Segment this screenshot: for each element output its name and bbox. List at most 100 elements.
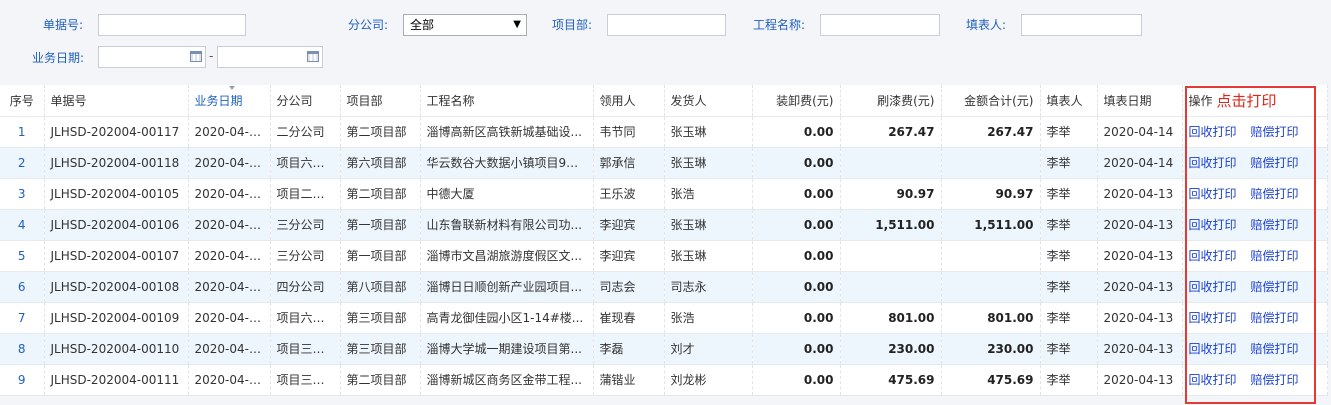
table-row[interactable]: 4 JLHSD-202004-00106 2020-04-13 三分公司 第一项目部 山东…	[0, 209, 1328, 241]
row-sender: 刘才	[664, 333, 753, 365]
recycle-print-link[interactable]: 回收打印	[1189, 125, 1237, 139]
row-doc-no: JLHSD-202004-00108	[44, 271, 189, 303]
recycle-print-link[interactable]: 回收打印	[1189, 342, 1237, 356]
row-paint-fee: 1,511.00	[840, 209, 942, 241]
row-receiver: 蒲锴业	[593, 364, 665, 396]
row-index[interactable]: 3	[0, 178, 45, 210]
row-project-dept: 第一项目部	[340, 209, 421, 241]
calendar-icon[interactable]	[307, 51, 319, 62]
table-row[interactable]: 6 JLHSD-202004-00108 2020-04-13 四分公司 第八项目部 淄博…	[0, 271, 1328, 303]
col-header-doc-no[interactable]: 单据号	[44, 85, 189, 117]
row-project-dept: 第二项目部	[340, 364, 421, 396]
table-row[interactable]: 7 JLHSD-202004-00109 2020-04-13 项目六公司 第三项目部高…	[0, 302, 1328, 334]
date-to-input[interactable]	[217, 46, 323, 68]
col-header-fill-date[interactable]: 填表日期	[1097, 85, 1183, 117]
row-fill-date: 2020-04-14	[1097, 116, 1183, 148]
col-header-project-dept[interactable]: 项目部	[340, 85, 421, 117]
recycle-print-link[interactable]: 回收打印	[1189, 218, 1237, 232]
row-branch: 项目三公司	[270, 333, 341, 365]
col-header-index[interactable]: 序号	[0, 85, 45, 117]
row-index[interactable]: 5	[0, 240, 45, 272]
table-row[interactable]: 8 JLHSD-202004-00110 2020-04-13 项目三公司 第三项目部淄…	[0, 333, 1328, 365]
calendar-icon[interactable]	[190, 51, 202, 62]
row-receiver: 李迎宾	[593, 209, 665, 241]
recycle-print-link[interactable]: 回收打印	[1189, 373, 1237, 387]
compensate-print-link[interactable]: 赔偿打印	[1251, 187, 1299, 201]
row-index[interactable]: 9	[0, 364, 45, 396]
row-branch: 项目二公司	[270, 178, 341, 210]
recycle-print-link[interactable]: 回收打印	[1189, 156, 1237, 170]
col-header-paint-fee[interactable]: 刷漆费(元)	[840, 85, 942, 117]
row-index[interactable]: 1	[0, 116, 45, 148]
row-index[interactable]: 8	[0, 333, 45, 365]
row-paint-fee	[840, 147, 942, 179]
row-fill-date: 2020-04-13	[1097, 209, 1183, 241]
row-doc-no: JLHSD-202004-00111	[44, 364, 189, 396]
compensate-print-link[interactable]: 赔偿打印	[1251, 249, 1299, 263]
row-sender: 张浩	[664, 302, 753, 334]
row-sender: 张玉琳	[664, 147, 753, 179]
row-filler: 李举	[1040, 271, 1098, 303]
row-index[interactable]: 7	[0, 302, 45, 334]
row-fill-date: 2020-04-13	[1097, 333, 1183, 365]
table-row[interactable]: 5 JLHSD-202004-00107 2020-04-13 三分公司 第一项目部 淄博…	[0, 240, 1328, 272]
row-project-dept: 第二项目部	[340, 178, 421, 210]
recycle-print-link[interactable]: 回收打印	[1189, 249, 1237, 263]
compensate-print-link[interactable]: 赔偿打印	[1251, 125, 1299, 139]
table-header-row: 序号 单据号 业务日期 分公司 项目部 工程名称 领用人 发货人 装卸费(元) …	[0, 85, 1328, 117]
row-receiver: 崔现春	[593, 302, 665, 334]
project-dept-input[interactable]	[607, 14, 726, 36]
col-header-receiver[interactable]: 领用人	[593, 85, 665, 117]
compensate-print-link[interactable]: 赔偿打印	[1251, 311, 1299, 325]
row-load-fee: 0.00	[752, 240, 841, 272]
row-index[interactable]: 2	[0, 147, 45, 179]
row-load-fee: 0.00	[752, 116, 841, 148]
col-header-branch[interactable]: 分公司	[270, 85, 341, 117]
col-header-load-fee[interactable]: 装卸费(元)	[752, 85, 841, 117]
recycle-print-link[interactable]: 回收打印	[1189, 311, 1237, 325]
row-receiver: 王乐波	[593, 178, 665, 210]
col-header-filler[interactable]: 填表人	[1040, 85, 1098, 117]
branch-label: 分公司:	[348, 18, 389, 32]
row-project-dept: 第一项目部	[340, 240, 421, 272]
col-header-project-name[interactable]: 工程名称	[420, 85, 594, 117]
col-header-sender[interactable]: 发货人	[664, 85, 753, 117]
filter-panel: 单据号: 分公司: 全部 ▼ 项目部: 工程名称: 填表人: 业务日期: -	[0, 0, 1331, 82]
row-receiver: 李迎宾	[593, 240, 665, 272]
compensate-print-link[interactable]: 赔偿打印	[1251, 342, 1299, 356]
date-from-input[interactable]	[98, 46, 206, 68]
row-project-name: 淄博大学城一期建设项目第...	[420, 333, 594, 365]
doc-no-input[interactable]	[98, 14, 246, 36]
project-name-input[interactable]	[820, 14, 940, 36]
row-filler: 李举	[1040, 116, 1098, 148]
row-paint-fee: 230.00	[840, 333, 942, 365]
compensate-print-link[interactable]: 赔偿打印	[1251, 156, 1299, 170]
table-row[interactable]: 9 JLHSD-202004-00111 2020-04-13 项目三公司 第二项目部淄…	[0, 364, 1328, 396]
row-fill-date: 2020-04-13	[1097, 240, 1183, 272]
filler-input[interactable]	[1021, 14, 1142, 36]
compensate-print-link[interactable]: 赔偿打印	[1251, 218, 1299, 232]
row-doc-no: JLHSD-202004-00105	[44, 178, 189, 210]
row-biz-date: 2020-04-13	[188, 302, 271, 334]
branch-select[interactable]: 全部 ▼	[403, 14, 527, 36]
compensate-print-link[interactable]: 赔偿打印	[1251, 280, 1299, 294]
row-load-fee: 0.00	[752, 147, 841, 179]
compensate-print-link[interactable]: 赔偿打印	[1251, 373, 1299, 387]
row-filler: 李举	[1040, 333, 1098, 365]
row-filler: 李举	[1040, 240, 1098, 272]
table-row[interactable]: 1 JLHSD-202004-00117 2020-04-14 二分公司 第二项目部 淄博…	[0, 116, 1328, 148]
table-row[interactable]: 3 JLHSD-202004-00105 2020-04-13 项目二公司 第二项目部中…	[0, 178, 1328, 210]
row-sender: 张玉琳	[664, 240, 753, 272]
recycle-print-link[interactable]: 回收打印	[1189, 187, 1237, 201]
row-biz-date: 2020-04-14	[188, 147, 271, 179]
table-row[interactable]: 2 JLHSD-202004-00118 2020-04-14 项目六公司 第六项目部华…	[0, 147, 1328, 179]
row-index[interactable]: 6	[0, 271, 45, 303]
row-project-name: 高青龙御佳园小区1-14#楼...	[420, 302, 594, 334]
row-index[interactable]: 4	[0, 209, 45, 241]
col-header-biz-date[interactable]: 业务日期	[188, 85, 271, 117]
recycle-print-link[interactable]: 回收打印	[1189, 280, 1237, 294]
row-paint-fee	[840, 271, 942, 303]
col-header-total[interactable]: 金额合计(元)	[941, 85, 1041, 117]
branch-select-value: 全部	[410, 18, 435, 32]
row-receiver: 李磊	[593, 333, 665, 365]
